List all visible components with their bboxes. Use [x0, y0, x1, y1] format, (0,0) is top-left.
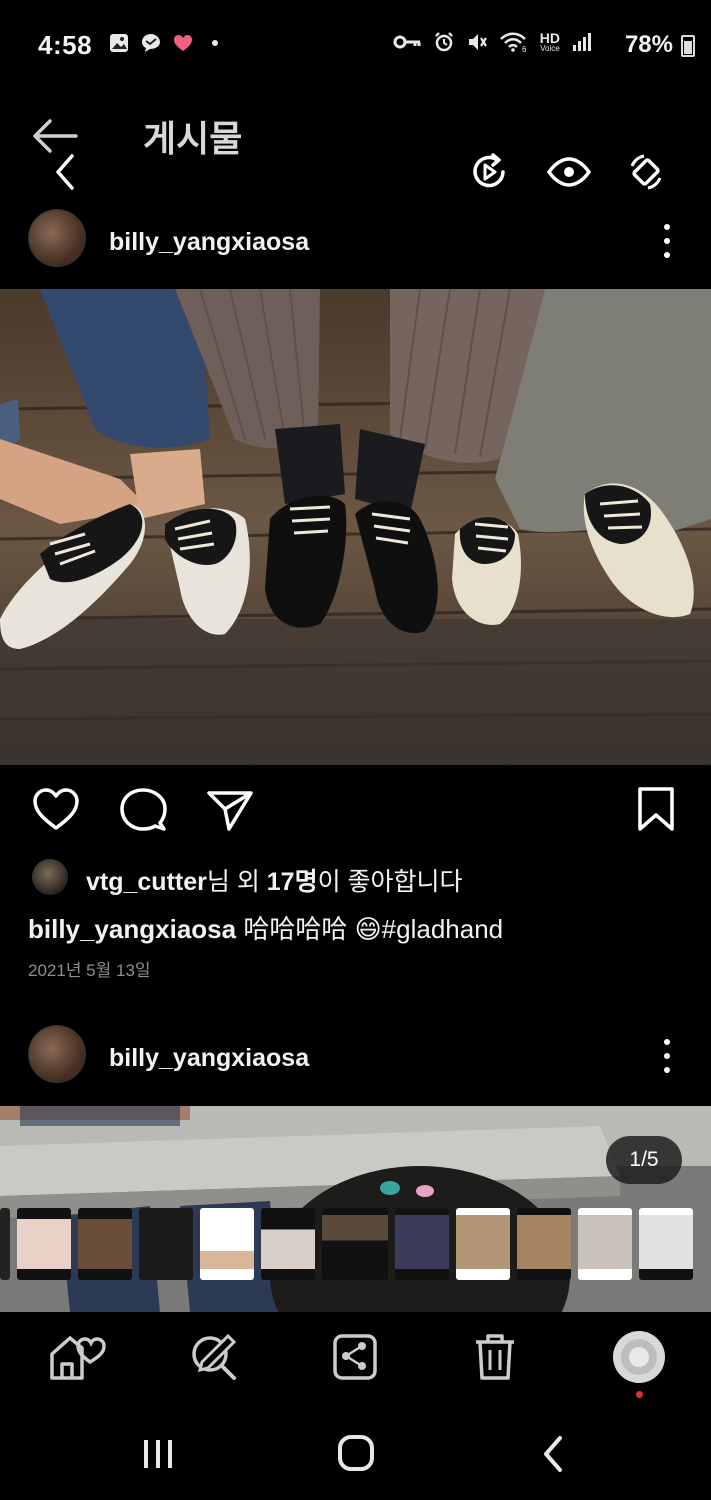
status-time: 4:58	[38, 30, 93, 60]
thumbnail[interactable]	[639, 1208, 693, 1280]
caption-text: 哈哈哈哈 😄#gladhand	[243, 914, 504, 944]
share-send-icon[interactable]	[205, 785, 255, 835]
back-arrow-icon[interactable]	[30, 116, 80, 156]
thumbnail[interactable]	[200, 1208, 254, 1280]
dot-icon	[212, 40, 218, 46]
like-heart-icon[interactable]	[31, 785, 81, 835]
thumbnail[interactable]	[517, 1208, 571, 1280]
shoes-photo-image	[0, 289, 711, 765]
delete-icon[interactable]	[466, 1332, 524, 1382]
hd-voice-icon: HD Voice	[539, 30, 560, 53]
thumbnail-strip[interactable]	[0, 1208, 711, 1284]
key-icon	[393, 35, 421, 49]
post2-avatar[interactable]	[28, 1025, 86, 1083]
thumbnail[interactable]	[78, 1208, 132, 1280]
carousel-counter: 1/5	[606, 1136, 682, 1184]
caption-username[interactable]: billy_yangxiaosa	[28, 914, 236, 944]
home-heart-icon[interactable]	[48, 1332, 106, 1382]
more-options-icon[interactable]	[662, 1039, 672, 1073]
post-date: 2021년 5월 13일	[28, 961, 151, 980]
thumbnail[interactable]	[139, 1208, 193, 1280]
message-bubble-icon	[142, 34, 160, 52]
heart-icon	[174, 35, 192, 51]
thumbnail[interactable]	[395, 1208, 449, 1280]
share-node-icon[interactable]	[326, 1332, 384, 1382]
post-photo[interactable]	[0, 289, 711, 765]
chevron-left-icon[interactable]	[50, 152, 80, 192]
recents-icon[interactable]	[138, 1434, 178, 1474]
comment-icon[interactable]	[118, 785, 168, 835]
thumbnail[interactable]	[456, 1208, 510, 1280]
thumbnail[interactable]	[578, 1208, 632, 1280]
wifi-icon: 6	[499, 32, 527, 53]
alarm-icon	[434, 32, 453, 52]
thumbnail[interactable]	[17, 1208, 71, 1280]
rotate-screen-icon[interactable]	[626, 150, 666, 194]
signal-icon	[573, 33, 591, 51]
svg-text:6: 6	[522, 45, 527, 53]
back-icon[interactable]	[538, 1434, 570, 1474]
post-avatar[interactable]	[28, 209, 86, 267]
mute-icon	[468, 34, 487, 50]
eye-icon[interactable]	[546, 150, 592, 194]
bookmark-icon[interactable]	[631, 785, 681, 835]
page-title: 게시물	[143, 118, 243, 159]
more-options-icon[interactable]	[662, 224, 672, 258]
profile-icon[interactable]	[610, 1328, 668, 1386]
post-username[interactable]: billy_yangxiaosa	[109, 228, 309, 257]
notification-dot	[636, 1391, 643, 1398]
liker-avatar[interactable]	[32, 859, 68, 895]
search-edit-icon[interactable]	[188, 1332, 246, 1382]
gallery-icon	[110, 34, 128, 52]
status-left-icons	[108, 32, 226, 54]
home-icon[interactable]	[334, 1434, 378, 1474]
thumbnail[interactable]	[322, 1208, 388, 1280]
replay-video-icon[interactable]	[469, 150, 509, 194]
caption: billy_yangxiaosa 哈哈哈哈 😄#gladhand	[28, 909, 503, 946]
status-right-icons: 6 HD Voice	[392, 31, 593, 53]
thumbnail[interactable]	[261, 1208, 315, 1280]
post2-username[interactable]: billy_yangxiaosa	[109, 1044, 309, 1073]
thumbnail[interactable]	[0, 1208, 10, 1280]
likes-text[interactable]: vtg_cutter님 외 17명이 좋아합니다	[86, 862, 463, 898]
battery-percent: 78%	[624, 31, 673, 58]
battery-icon	[681, 35, 695, 57]
